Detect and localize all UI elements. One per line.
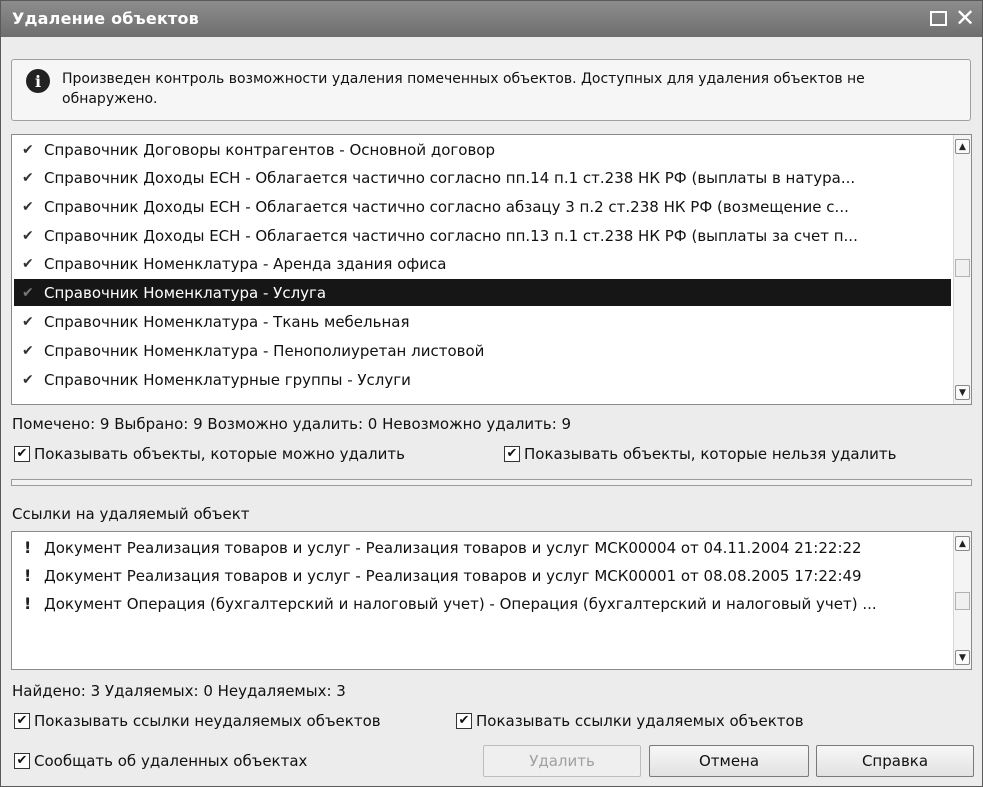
checkmark-icon: ✔ [22, 342, 34, 359]
refs-section-label: Ссылки на удаляемый объект [12, 505, 250, 523]
marked-objects-list[interactable]: ✔ Справочник Договоры контрагентов - Осн… [11, 134, 972, 405]
checkmark-icon: ✔ [22, 169, 34, 186]
references-list[interactable]: ! Документ Реализация товаров и услуг - … [11, 531, 972, 670]
list-item-label: Справочник Номенклатура - Пенополиуретан… [44, 341, 485, 360]
checkmark-icon: ✔ [22, 227, 34, 244]
chevron-down-icon: ▼ [959, 652, 966, 663]
refs-status: Найдено: 3 Удаляемых: 0 Неудаляемых: 3 [12, 682, 346, 700]
list-item[interactable]: ! Документ Реализация товаров и услуг - … [14, 562, 951, 589]
vertical-scrollbar[interactable]: ▲ ▼ [953, 532, 971, 669]
scroll-down-button[interactable]: ▼ [955, 385, 970, 400]
scroll-up-button[interactable]: ▲ [955, 536, 970, 551]
title-bar[interactable]: Удаление объектов ✕ [1, 1, 982, 37]
list-item-label: Документ Операция (бухгалтерский и налог… [44, 594, 877, 613]
show-deletable-refs-checkbox[interactable]: ✔ Показывать ссылки удаляемых объектов [456, 712, 804, 730]
exclamation-icon: ! [24, 566, 32, 585]
cancel-button[interactable]: Отмена [649, 745, 809, 777]
checkmark-icon: ✔ [22, 255, 34, 272]
chevron-up-icon: ▲ [959, 538, 966, 549]
chevron-down-icon: ▼ [959, 387, 966, 398]
list-item-label: Справочник Номенклатура - Ткань мебельна… [44, 312, 410, 331]
delete-button[interactable]: Удалить [483, 745, 641, 777]
checkmark-icon: ✔ [22, 313, 34, 330]
report-deleted-checkbox[interactable]: ✔ Сообщать об удаленных объектах [14, 752, 307, 770]
checkmark-icon: ✔ [22, 198, 34, 215]
list-item[interactable]: ✔ Справочник Номенклатура - Ткань мебель… [14, 308, 951, 335]
list-item[interactable]: ✔ Справочник Договоры контрагентов - Осн… [14, 136, 951, 163]
list-item[interactable]: ✔ Справочник Номенклатура - Аренда здани… [14, 250, 951, 277]
checkbox-checked-icon: ✔ [504, 446, 520, 462]
list-item[interactable]: ✔ Справочник Доходы ЕСН - Облагается час… [14, 164, 951, 191]
window-title: Удаление объектов [12, 9, 200, 28]
exclamation-icon: ! [24, 538, 32, 557]
scroll-up-button[interactable]: ▲ [955, 139, 970, 154]
checkbox-label: Показывать объекты, которые можно удалит… [34, 445, 405, 463]
list-item[interactable]: ✔ Справочник Номенклатурные группы - Усл… [14, 366, 951, 393]
list-item-label: Справочник Доходы ЕСН - Облагается части… [44, 168, 856, 187]
list-item[interactable]: ✔ Справочник Номенклатура - Пенополиурет… [14, 337, 951, 364]
show-undeletable-refs-checkbox[interactable]: ✔ Показывать ссылки неудаляемых объектов [14, 712, 381, 730]
checkbox-checked-icon: ✔ [14, 753, 30, 769]
checkbox-label: Показывать ссылки неудаляемых объектов [34, 712, 381, 730]
list-item-label: Документ Реализация товаров и услуг - Ре… [44, 566, 862, 585]
checkbox-label: Сообщать об удаленных объектах [34, 752, 308, 770]
list-item-label: Справочник Номенклатура - Аренда здания … [44, 254, 447, 273]
checkbox-checked-icon: ✔ [14, 446, 30, 462]
list-item[interactable]: ! Документ Реализация товаров и услуг - … [14, 534, 951, 561]
checkmark-icon: ✔ [22, 371, 34, 388]
info-panel: i Произведен контроль возможности удален… [11, 59, 971, 121]
list-item-label: Справочник Номенклатура - Услуга [44, 283, 327, 302]
checkbox-checked-icon: ✔ [456, 713, 472, 729]
show-deletable-checkbox[interactable]: ✔ Показывать объекты, которые можно удал… [14, 445, 405, 463]
list-item-selected[interactable]: ✔ Справочник Номенклатура - Услуга [14, 279, 951, 306]
checkmark-icon: ✔ [22, 141, 34, 158]
list-item[interactable]: ✔ Справочник Доходы ЕСН - Облагается час… [14, 222, 951, 249]
scroll-thumb[interactable] [955, 592, 970, 610]
checkbox-label: Показывать ссылки удаляемых объектов [476, 712, 804, 730]
chevron-up-icon: ▲ [959, 141, 966, 152]
info-message: Произведен контроль возможности удаления… [62, 71, 865, 107]
show-undeletable-checkbox[interactable]: ✔ Показывать объекты, которые нельзя уда… [504, 445, 896, 463]
list-item[interactable]: ✔ Справочник Доходы ЕСН - Облагается час… [14, 193, 951, 220]
list-item[interactable]: ! Документ Операция (бухгалтерский и нал… [14, 590, 951, 617]
scroll-thumb[interactable] [955, 259, 970, 277]
help-button[interactable]: Справка [816, 745, 974, 777]
scroll-down-button[interactable]: ▼ [955, 650, 970, 665]
close-icon: ✕ [954, 4, 976, 32]
delete-objects-dialog: Удаление объектов ✕ i Произведен контрол… [0, 0, 983, 787]
list-item-label: Справочник Доходы ЕСН - Облагается части… [44, 197, 849, 216]
list-item-label: Документ Реализация товаров и услуг - Ре… [44, 538, 862, 557]
checkbox-checked-icon: ✔ [14, 713, 30, 729]
info-icon: i [26, 69, 50, 93]
panel-splitter[interactable] [11, 479, 972, 486]
checkmark-icon: ✔ [22, 284, 34, 301]
objects-status: Помечено: 9 Выбрано: 9 Возможно удалить:… [12, 415, 572, 433]
list-item-label: Справочник Договоры контрагентов - Основ… [44, 140, 496, 159]
checkbox-label: Показывать объекты, которые нельзя удали… [524, 445, 897, 463]
maximize-icon [929, 10, 947, 26]
maximize-button[interactable] [926, 6, 950, 30]
exclamation-icon: ! [24, 594, 32, 613]
close-button[interactable]: ✕ [953, 6, 977, 30]
list-item-label: Справочник Номенклатурные группы - Услуг… [44, 370, 411, 389]
vertical-scrollbar[interactable]: ▲ ▼ [953, 135, 971, 404]
list-item-label: Справочник Доходы ЕСН - Облагается части… [44, 226, 858, 245]
